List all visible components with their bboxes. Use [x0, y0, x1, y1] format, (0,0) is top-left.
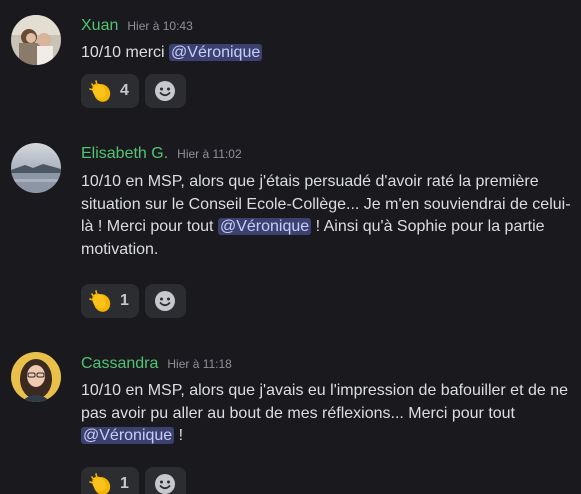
author-name[interactable]: Cassandra [81, 355, 158, 373]
message-content: 10/10 merci @Véronique [81, 42, 576, 65]
avatar[interactable] [11, 143, 61, 193]
clap-emoji-icon [89, 80, 111, 102]
reaction-clap[interactable]: 4 [81, 74, 139, 108]
chat-message-list: Xuan Hier à 10:43 10/10 merci @Véronique… [0, 0, 581, 494]
smiley-add-reaction-icon [155, 291, 176, 311]
user-mention[interactable]: @Véronique [169, 44, 263, 61]
message-content: 10/10 en MSP, alors que j'avais eu l'imp… [81, 380, 576, 448]
add-reaction-button[interactable] [144, 74, 186, 108]
reaction-clap[interactable]: 1 [81, 284, 139, 318]
reaction-bar: 1 [81, 284, 186, 318]
reaction-bar: 1 [81, 467, 186, 494]
smiley-add-reaction-icon [155, 81, 176, 101]
user-mention[interactable]: @Véronique [81, 427, 175, 444]
message-text: 10/10 merci [81, 44, 170, 61]
avatar[interactable] [11, 15, 61, 65]
avatar-photo-icon [11, 15, 61, 65]
message-timestamp: Hier à 10:43 [127, 19, 193, 33]
add-reaction-button[interactable] [144, 284, 186, 318]
message-text: ! [174, 427, 184, 444]
avatar-photo-icon [11, 143, 61, 193]
reaction-count: 1 [120, 292, 129, 309]
message-content: 10/10 en MSP, alors que j'étais persuadé… [81, 171, 576, 261]
message-timestamp: Hier à 11:02 [177, 147, 242, 161]
reaction-clap[interactable]: 1 [81, 467, 139, 494]
author-name[interactable]: Elisabeth G. [81, 145, 168, 163]
clap-emoji-icon [89, 473, 111, 494]
message-text: 10/10 en MSP, alors que j'avais eu l'imp… [81, 382, 568, 422]
user-mention[interactable]: @Véronique [217, 218, 312, 235]
clap-emoji-icon [89, 290, 111, 312]
add-reaction-button[interactable] [144, 467, 186, 494]
reaction-count: 4 [120, 82, 129, 99]
avatar-photo-icon [11, 352, 61, 402]
smiley-add-reaction-icon [155, 474, 176, 494]
reaction-count: 1 [120, 475, 129, 492]
avatar[interactable] [11, 352, 61, 402]
message-timestamp: Hier à 11:18 [167, 357, 232, 371]
reaction-bar: 4 [81, 74, 186, 108]
author-name[interactable]: Xuan [81, 17, 118, 35]
